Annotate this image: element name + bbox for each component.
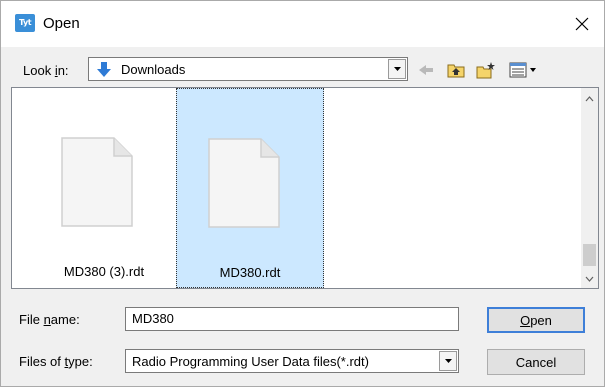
scroll-thumb[interactable]: [583, 244, 596, 266]
new-folder-button[interactable]: [475, 59, 497, 81]
file-item-md380[interactable]: MD380.rdt: [176, 88, 324, 288]
chevron-up-icon: [585, 95, 594, 101]
new-folder-icon: [476, 62, 495, 79]
dialog-title: Open: [43, 15, 80, 32]
file-name-input[interactable]: MD380: [125, 307, 459, 331]
up-folder-button[interactable]: [445, 59, 467, 81]
file-item-label: MD380 (3).rdt: [63, 264, 145, 279]
close-button[interactable]: [560, 1, 604, 47]
files-of-type-value: Radio Programming User Data files(*.rdt): [132, 354, 369, 369]
close-icon: [575, 17, 589, 31]
look-in-value: Downloads: [121, 62, 186, 77]
title-bar[interactable]: Tyt Open: [1, 1, 604, 47]
file-list[interactable]: MD380 (3).rdt MD380.rdt: [11, 87, 599, 289]
view-menu-button[interactable]: [507, 59, 539, 81]
file-item-label: MD380.rdt: [219, 265, 281, 280]
look-in-dropdown[interactable]: Downloads: [88, 57, 408, 81]
back-button[interactable]: [415, 59, 437, 81]
view-menu-icon: [509, 62, 536, 78]
cancel-button[interactable]: Cancel: [487, 349, 585, 375]
open-dialog: Tyt Open Look in: Downloads MD380 (3).rd…: [0, 0, 605, 387]
file-item-md380-3[interactable]: MD380 (3).rdt: [30, 88, 178, 288]
download-arrow-icon: [97, 62, 111, 77]
vertical-scrollbar[interactable]: [581, 88, 598, 288]
back-arrow-icon: [419, 65, 433, 75]
chevron-down-icon: [444, 359, 452, 363]
file-name-label: File name:: [19, 312, 80, 327]
document-icon: [208, 138, 280, 228]
files-of-type-dropdown[interactable]: Radio Programming User Data files(*.rdt): [125, 349, 459, 373]
app-logo-icon: Tyt: [15, 14, 35, 32]
files-of-type-dropdown-arrow[interactable]: [439, 351, 457, 371]
look-in-dropdown-arrow[interactable]: [388, 59, 406, 79]
open-button[interactable]: Open: [487, 307, 585, 333]
scroll-up-button[interactable]: [581, 90, 598, 107]
scroll-down-button[interactable]: [581, 270, 598, 287]
chevron-down-icon: [585, 276, 594, 282]
document-icon: [61, 137, 133, 227]
look-in-label: Look in:: [23, 63, 69, 78]
chevron-down-icon: [393, 67, 401, 71]
files-of-type-label: Files of type:: [19, 354, 93, 369]
up-folder-icon: [447, 64, 465, 78]
